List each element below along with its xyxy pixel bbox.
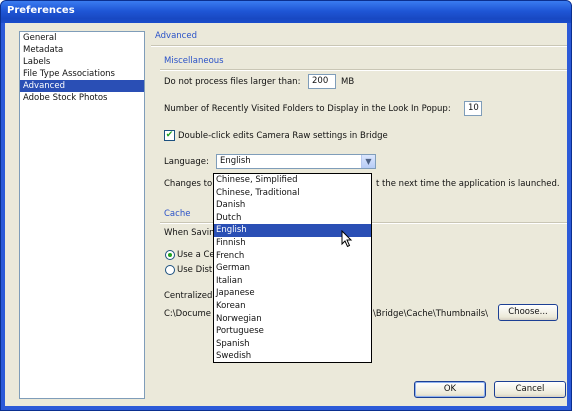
sidebar-item-advanced[interactable]: Advanced bbox=[20, 80, 144, 92]
language-option[interactable]: Chinese, Simplified bbox=[214, 174, 371, 187]
category-list[interactable]: General Metadata Labels File Type Associ… bbox=[19, 31, 145, 399]
mouse-cursor-icon bbox=[341, 230, 353, 248]
language-option[interactable]: Italian bbox=[214, 275, 371, 288]
cache-group-title: Cache bbox=[164, 209, 191, 219]
chevron-down-icon[interactable]: ▼ bbox=[361, 155, 375, 168]
max-size-label: Do not process files larger than: bbox=[164, 77, 301, 87]
language-option[interactable]: Dutch bbox=[214, 212, 371, 225]
max-size-input[interactable]: 200 bbox=[308, 74, 336, 89]
language-option[interactable]: Portuguese bbox=[214, 325, 371, 338]
max-size-unit: MB bbox=[341, 77, 355, 87]
language-option[interactable]: Norwegian bbox=[214, 313, 371, 326]
panel-title: Advanced bbox=[155, 31, 197, 41]
centralized-cache-label: Centralized bbox=[164, 291, 213, 301]
changes-note-start: Changes to bbox=[164, 179, 213, 189]
sidebar-item-file-type-associations[interactable]: File Type Associations bbox=[20, 68, 144, 80]
language-option[interactable]: Japanese bbox=[214, 287, 371, 300]
use-distributed-cache-label[interactable]: Use Distr bbox=[177, 265, 216, 275]
language-option[interactable]: Swedish bbox=[214, 350, 371, 363]
misc-divider bbox=[160, 69, 567, 71]
cache-path-end: \Bridge\Cache\Thumbnails\ bbox=[373, 309, 488, 319]
sidebar-item-adobe-stock-photos[interactable]: Adobe Stock Photos bbox=[20, 92, 144, 104]
ok-button[interactable]: OK bbox=[414, 381, 486, 398]
panel-divider bbox=[151, 45, 567, 47]
changes-note-end: t the next time the application is launc… bbox=[376, 179, 560, 189]
recent-folders-input[interactable]: 10 bbox=[464, 101, 482, 116]
language-option[interactable]: French bbox=[214, 250, 371, 263]
language-option[interactable]: German bbox=[214, 262, 371, 275]
language-option[interactable]: Spanish bbox=[214, 338, 371, 351]
cancel-button[interactable]: Cancel bbox=[494, 381, 566, 398]
camera-raw-checkbox[interactable]: ✔ bbox=[164, 130, 175, 141]
language-label: Language: bbox=[164, 157, 209, 167]
preferences-window: Preferences General Metadata Labels File… bbox=[0, 0, 572, 411]
sidebar-item-metadata[interactable]: Metadata bbox=[20, 44, 144, 56]
camera-raw-label[interactable]: Double-click edits Camera Raw settings i… bbox=[178, 131, 388, 141]
language-option[interactable]: Danish bbox=[214, 199, 371, 212]
use-distributed-cache-radio[interactable] bbox=[165, 265, 175, 275]
cache-path-start: C:\Docume bbox=[164, 309, 211, 319]
language-dropdown-list[interactable]: Chinese, Simplified Chinese, Traditional… bbox=[213, 173, 372, 363]
checkmark-icon: ✔ bbox=[165, 130, 174, 140]
language-option[interactable]: Korean bbox=[214, 300, 371, 313]
misc-group-title: Miscellaneous bbox=[164, 56, 224, 66]
choose-button[interactable]: Choose... bbox=[498, 304, 558, 321]
recent-folders-label: Number of Recently Visited Folders to Di… bbox=[164, 104, 451, 114]
use-central-cache-radio[interactable] bbox=[165, 250, 175, 260]
when-saving-label: When Savin bbox=[164, 228, 215, 238]
window-title[interactable]: Preferences bbox=[1, 1, 571, 23]
language-select-value: English bbox=[220, 156, 251, 166]
use-central-cache-label[interactable]: Use a Ce bbox=[177, 250, 215, 260]
language-select[interactable]: English ▼ bbox=[216, 154, 376, 169]
sidebar-item-general[interactable]: General bbox=[20, 32, 144, 44]
language-option[interactable]: Chinese, Traditional bbox=[214, 187, 371, 200]
sidebar-item-labels[interactable]: Labels bbox=[20, 56, 144, 68]
